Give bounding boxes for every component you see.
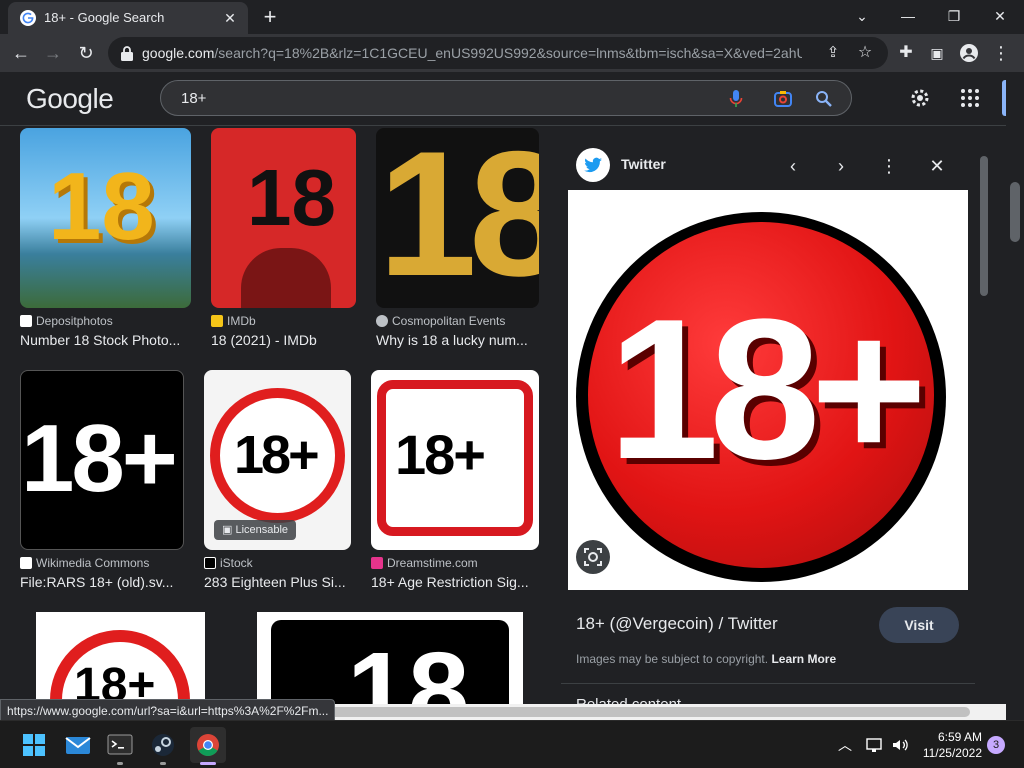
terminal-app-icon[interactable] <box>102 727 138 763</box>
thumb-3-text: 18 <box>378 128 539 308</box>
thumb-6-text: 18+ <box>395 423 486 486</box>
result-source-3: Cosmopolitan Events <box>376 314 505 328</box>
system-clock[interactable]: 6:59 AM 11/25/2022 <box>923 729 982 761</box>
result-caption-4[interactable]: File:RARS 18+ (old).sv... <box>20 574 184 590</box>
panel-scrollbar[interactable] <box>977 138 991 704</box>
result-caption-2[interactable]: 18 (2021) - IMDb <box>211 332 356 348</box>
apps-grid-icon[interactable] <box>960 88 980 108</box>
share-icon[interactable]: ⇪ <box>820 40 846 66</box>
image-preview-panel: Twitter ‹ › ⋮ ✕ 18+ 18+ (@Vergecoin) / T… <box>560 138 991 704</box>
network-icon[interactable] <box>864 735 884 755</box>
settings-gear-icon[interactable] <box>908 86 932 110</box>
windows-start-icon[interactable] <box>16 727 52 763</box>
horizontal-scrollbar[interactable] <box>330 704 1006 720</box>
notification-badge[interactable]: 3 <box>987 736 1005 754</box>
twitter-logo-icon <box>576 148 610 182</box>
next-result-icon[interactable]: › <box>827 152 855 180</box>
minimize-button[interactable]: — <box>888 4 928 28</box>
result-thumb-5[interactable]: 18+ ▣ Licensable <box>204 370 351 550</box>
volume-icon[interactable] <box>890 735 910 755</box>
thumb-1-text: 18 <box>48 153 155 260</box>
windows-taskbar: ︿ 6:59 AM 11/25/2022 3 <box>0 720 1024 768</box>
lens-icon <box>584 548 602 566</box>
chrome-app-button[interactable] <box>190 727 226 763</box>
tab-strip: 18+ - Google Search ✕ + ⌄ — ❐ ✕ <box>0 0 1024 34</box>
tab-google-search[interactable]: 18+ - Google Search ✕ <box>8 2 248 34</box>
result-thumb-8[interactable]: 18 <box>257 612 523 704</box>
result-thumb-4[interactable]: 18+ <box>20 370 184 550</box>
copyright-notice: Images may be subject to copyright. Lear… <box>576 652 837 666</box>
thumb-2-text: 18 <box>247 153 336 242</box>
mail-app-icon[interactable] <box>60 727 96 763</box>
tab-close-icon[interactable]: ✕ <box>220 8 240 28</box>
related-content-heading: Related content <box>576 696 681 704</box>
thumb-5-text: 18+ <box>234 425 320 485</box>
learn-more-link[interactable]: Learn More <box>771 652 836 666</box>
extensions-icon[interactable]: ✚ <box>893 40 919 66</box>
chrome-icon <box>197 734 219 756</box>
result-source-4: Wikimedia Commons <box>20 556 149 570</box>
browser-menu-icon[interactable]: ⋮ <box>988 40 1014 66</box>
preview-image[interactable]: 18+ <box>568 190 968 590</box>
preview-panel-body: Twitter ‹ › ⋮ ✕ 18+ 18+ (@Vergecoin) / T… <box>561 138 975 704</box>
result-caption-3[interactable]: Why is 18 a lucky num... <box>376 332 539 348</box>
thumb-4-text: 18+ <box>21 405 178 512</box>
browser-toolbar: ← → ↻ google.com/search?q=18%2B&rlz=1C1G… <box>0 34 1024 72</box>
steam-app-icon[interactable] <box>145 727 181 763</box>
google-logo[interactable]: Google <box>26 83 114 115</box>
search-query: 18+ <box>181 90 207 107</box>
reload-button[interactable]: ↻ <box>73 40 99 66</box>
previous-result-icon[interactable]: ‹ <box>779 152 807 180</box>
tray-chevron-icon[interactable]: ︿ <box>838 735 852 755</box>
result-caption-5[interactable]: 283 Eighteen Plus Si... <box>204 574 351 590</box>
page-scrollbar[interactable] <box>1006 72 1024 704</box>
result-thumb-3[interactable]: 18 <box>376 128 539 308</box>
visit-button[interactable]: Visit <box>879 607 959 643</box>
clock-time: 6:59 AM <box>937 730 982 744</box>
microphone-icon[interactable] <box>729 89 743 109</box>
result-thumb-7[interactable]: 18+ <box>36 612 205 704</box>
search-input[interactable]: 18+ <box>160 80 852 116</box>
google-favicon-icon <box>20 10 36 26</box>
lock-icon <box>121 46 133 61</box>
result-caption-1[interactable]: Number 18 Stock Photo... <box>20 332 191 348</box>
result-source-5: iStock <box>204 556 253 570</box>
forward-button[interactable]: → <box>40 40 66 66</box>
link-status-url: https://www.google.com/url?sa=i&url=http… <box>0 699 336 721</box>
result-source-6: Dreamstime.com <box>371 556 478 570</box>
close-window-button[interactable]: ✕ <box>980 4 1020 28</box>
tab-title: 18+ - Google Search <box>44 10 165 25</box>
panel-result-title[interactable]: 18+ (@Vergecoin) / Twitter <box>576 614 778 634</box>
close-panel-icon[interactable]: ✕ <box>923 152 951 180</box>
address-bar[interactable]: google.com/search?q=18%2B&rlz=1C1GCEU_en… <box>108 37 888 69</box>
thumb-7-text: 18+ <box>74 659 156 704</box>
result-thumb-2[interactable]: 18 <box>211 128 356 308</box>
new-tab-button[interactable]: + <box>258 6 282 30</box>
thumb-8-text: 18 <box>347 630 470 705</box>
preview-image-text: 18+ <box>608 278 927 501</box>
back-button[interactable]: ← <box>8 40 34 66</box>
side-panel-icon[interactable]: ▣ <box>924 40 950 66</box>
clock-date: 11/25/2022 <box>922 746 982 760</box>
lens-camera-icon[interactable] <box>773 89 793 109</box>
result-caption-6[interactable]: 18+ Age Restriction Sig... <box>371 574 539 590</box>
restore-button[interactable]: ❐ <box>934 4 974 28</box>
lens-search-button[interactable] <box>576 540 610 574</box>
result-thumb-1[interactable]: 18 <box>20 128 191 308</box>
bookmark-star-icon[interactable]: ☆ <box>852 40 878 66</box>
image-results-grid: 18 18 18 Depositphotos Number 18 Stock P… <box>0 126 558 704</box>
search-icon[interactable] <box>815 90 833 108</box>
google-header: Google 18+ <box>0 72 1008 126</box>
result-thumb-6[interactable]: 18+ <box>371 370 539 550</box>
url-text: google.com/search?q=18%2B&rlz=1C1GCEU_en… <box>142 45 802 61</box>
panel-site-name[interactable]: Twitter <box>621 156 666 172</box>
tab-search-icon[interactable]: ⌄ <box>842 4 882 28</box>
profile-avatar-icon[interactable] <box>956 40 982 66</box>
more-options-icon[interactable]: ⋮ <box>875 152 903 180</box>
licensable-badge: ▣ Licensable <box>214 520 297 540</box>
result-source-2: IMDb <box>211 314 256 328</box>
result-source-1: Depositphotos <box>20 314 113 328</box>
